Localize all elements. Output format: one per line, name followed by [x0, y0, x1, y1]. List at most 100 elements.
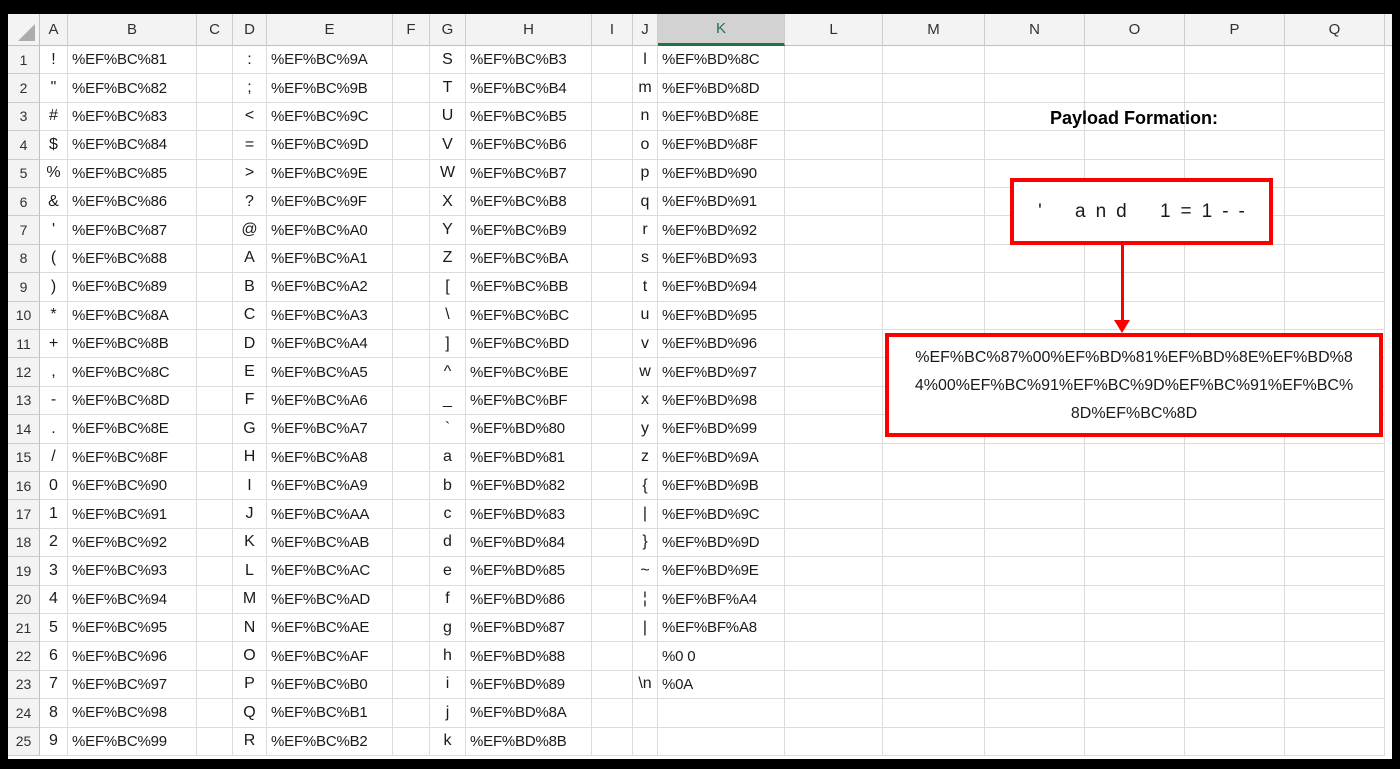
row-header-21[interactable]: 21 — [8, 614, 40, 643]
cell-F4[interactable] — [393, 131, 430, 160]
cell-F11[interactable] — [393, 330, 430, 359]
cell-K9[interactable]: %EF%BD%94 — [658, 273, 785, 302]
cell-L3[interactable] — [785, 102, 883, 132]
cell-P1[interactable] — [1185, 46, 1285, 75]
cell-O15[interactable] — [1085, 443, 1185, 472]
cell-E25[interactable]: %EF%BC%B2 — [267, 727, 393, 756]
cell-J18[interactable]: } — [633, 528, 658, 558]
cell-P2[interactable] — [1185, 74, 1285, 103]
cell-L11[interactable] — [785, 330, 883, 359]
cell-H13[interactable]: %EF%BC%BF — [466, 386, 592, 416]
cell-M22[interactable] — [883, 642, 985, 671]
cell-G1[interactable]: S — [430, 46, 466, 75]
cell-A2[interactable]: " — [40, 74, 68, 103]
cell-P16[interactable] — [1185, 472, 1285, 501]
cell-G18[interactable]: d — [430, 528, 466, 558]
cell-M17[interactable] — [883, 500, 985, 529]
cell-D22[interactable]: O — [233, 642, 267, 671]
cell-D7[interactable]: @ — [233, 216, 267, 245]
cell-A23[interactable]: 7 — [40, 670, 68, 700]
cell-D20[interactable]: M — [233, 585, 267, 614]
cell-D21[interactable]: N — [233, 614, 267, 643]
cell-Q20[interactable] — [1285, 585, 1385, 614]
cell-O4[interactable] — [1085, 131, 1185, 160]
cell-C15[interactable] — [197, 443, 233, 472]
cell-N10[interactable] — [985, 301, 1085, 330]
cell-E3[interactable]: %EF%BC%9C — [267, 102, 393, 132]
cell-L19[interactable] — [785, 557, 883, 586]
cell-J13[interactable]: x — [633, 386, 658, 416]
cell-I6[interactable] — [592, 188, 633, 217]
cell-E18[interactable]: %EF%BC%AB — [267, 528, 393, 558]
cell-J8[interactable]: s — [633, 244, 658, 274]
cell-L18[interactable] — [785, 528, 883, 558]
cell-K12[interactable]: %EF%BD%97 — [658, 358, 785, 387]
cell-E16[interactable]: %EF%BC%A9 — [267, 472, 393, 501]
cell-C7[interactable] — [197, 216, 233, 245]
cell-B10[interactable]: %EF%BC%8A — [68, 301, 197, 330]
cell-B12[interactable]: %EF%BC%8C — [68, 358, 197, 387]
cell-E23[interactable]: %EF%BC%B0 — [267, 670, 393, 700]
cell-J6[interactable]: q — [633, 188, 658, 217]
cell-M8[interactable] — [883, 244, 985, 274]
cell-E11[interactable]: %EF%BC%A4 — [267, 330, 393, 359]
cell-D5[interactable]: > — [233, 159, 267, 188]
cell-L1[interactable] — [785, 46, 883, 75]
cell-K10[interactable]: %EF%BD%95 — [658, 301, 785, 330]
cell-M7[interactable] — [883, 216, 985, 245]
cell-C16[interactable] — [197, 472, 233, 501]
cell-I7[interactable] — [592, 216, 633, 245]
cell-L15[interactable] — [785, 443, 883, 472]
cell-E1[interactable]: %EF%BC%9A — [267, 46, 393, 75]
cell-F13[interactable] — [393, 386, 430, 416]
cell-B24[interactable]: %EF%BC%98 — [68, 699, 197, 728]
cell-K13[interactable]: %EF%BD%98 — [658, 386, 785, 416]
cell-E24[interactable]: %EF%BC%B1 — [267, 699, 393, 728]
cell-K17[interactable]: %EF%BD%9C — [658, 500, 785, 529]
cell-D25[interactable]: R — [233, 727, 267, 756]
cell-H20[interactable]: %EF%BD%86 — [466, 585, 592, 614]
cell-D15[interactable]: H — [233, 443, 267, 472]
cell-B9[interactable]: %EF%BC%89 — [68, 273, 197, 302]
cell-A4[interactable]: $ — [40, 131, 68, 160]
cell-E15[interactable]: %EF%BC%A8 — [267, 443, 393, 472]
cell-C3[interactable] — [197, 102, 233, 132]
cell-H16[interactable]: %EF%BD%82 — [466, 472, 592, 501]
cell-F20[interactable] — [393, 585, 430, 614]
cell-F22[interactable] — [393, 642, 430, 671]
cell-H14[interactable]: %EF%BD%80 — [466, 415, 592, 444]
cell-G7[interactable]: Y — [430, 216, 466, 245]
cell-E7[interactable]: %EF%BC%A0 — [267, 216, 393, 245]
cell-L13[interactable] — [785, 386, 883, 416]
cell-G6[interactable]: X — [430, 188, 466, 217]
cell-C14[interactable] — [197, 415, 233, 444]
cell-A7[interactable]: ' — [40, 216, 68, 245]
cell-J23[interactable]: \n — [633, 670, 658, 700]
row-header-3[interactable]: 3 — [8, 102, 40, 132]
cell-O23[interactable] — [1085, 670, 1185, 700]
cell-M10[interactable] — [883, 301, 985, 330]
cell-A14[interactable]: . — [40, 415, 68, 444]
cell-Q23[interactable] — [1285, 670, 1385, 700]
cell-N25[interactable] — [985, 727, 1085, 756]
cell-G25[interactable]: k — [430, 727, 466, 756]
cell-A1[interactable]: ! — [40, 46, 68, 75]
cell-L16[interactable] — [785, 472, 883, 501]
cell-N4[interactable] — [985, 131, 1085, 160]
cell-C12[interactable] — [197, 358, 233, 387]
cell-O9[interactable] — [1085, 273, 1185, 302]
cell-F8[interactable] — [393, 244, 430, 274]
cell-E2[interactable]: %EF%BC%9B — [267, 74, 393, 103]
cell-J2[interactable]: m — [633, 74, 658, 103]
cell-F15[interactable] — [393, 443, 430, 472]
cell-E13[interactable]: %EF%BC%A6 — [267, 386, 393, 416]
cell-J10[interactable]: u — [633, 301, 658, 330]
cell-B22[interactable]: %EF%BC%96 — [68, 642, 197, 671]
cell-K8[interactable]: %EF%BD%93 — [658, 244, 785, 274]
cell-M18[interactable] — [883, 528, 985, 558]
cell-C9[interactable] — [197, 273, 233, 302]
cell-I4[interactable] — [592, 131, 633, 160]
cell-D8[interactable]: A — [233, 244, 267, 274]
cell-Q24[interactable] — [1285, 699, 1385, 728]
cell-P23[interactable] — [1185, 670, 1285, 700]
